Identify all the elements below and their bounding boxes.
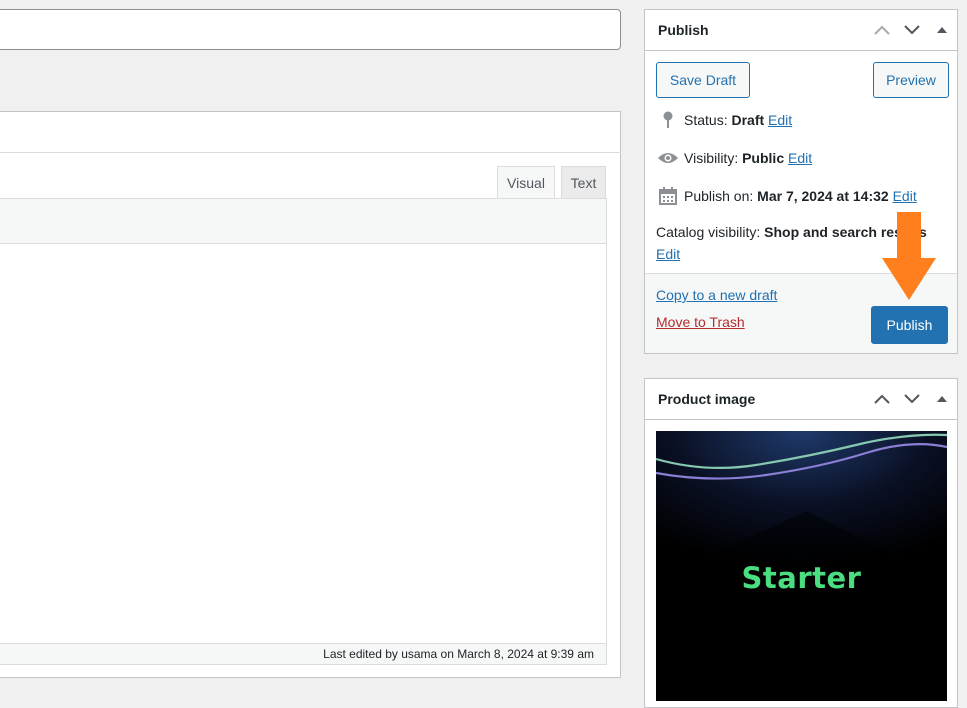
publish-on-value: Mar 7, 2024 at 14:32 xyxy=(757,188,889,204)
chevron-down-icon[interactable] xyxy=(897,384,927,414)
divider xyxy=(0,152,621,153)
product-title-input[interactable] xyxy=(0,9,621,50)
product-image-text: Starter xyxy=(741,561,862,595)
publish-date-row: Publish on: Mar 7, 2024 at 14:32 Edit xyxy=(656,186,917,206)
status-row: Status: Draft Edit xyxy=(656,110,792,130)
visibility-row: Visibility: Public Edit xyxy=(656,148,812,168)
tab-visual[interactable]: Visual xyxy=(497,166,555,198)
arrow-down-icon xyxy=(880,212,938,302)
visibility-value: Public xyxy=(742,150,785,166)
edit-catalog-visibility-link[interactable]: Edit xyxy=(656,246,680,262)
calendar-icon xyxy=(656,186,680,206)
publish-button[interactable]: Publish xyxy=(871,306,948,344)
catalog-edit-row: Edit xyxy=(656,246,680,262)
publish-box-header: Publish xyxy=(645,10,957,51)
last-edited-text: Last edited by usama on March 8, 2024 at… xyxy=(323,647,594,661)
chevron-up-icon[interactable] xyxy=(867,15,897,45)
chevron-down-icon[interactable] xyxy=(897,15,927,45)
status-label: Status: xyxy=(684,112,728,128)
status-value: Draft xyxy=(731,112,765,128)
editor-content-area[interactable] xyxy=(0,244,607,643)
trash-row: Move to Trash xyxy=(656,314,745,330)
pin-icon xyxy=(656,110,680,130)
publish-box: Publish Save Draft Preview Status: Draft… xyxy=(644,9,958,354)
edit-publish-date-link[interactable]: Edit xyxy=(893,188,917,204)
product-image[interactable]: Starter xyxy=(656,431,947,701)
chevron-up-icon[interactable] xyxy=(867,384,897,414)
triangle-up-icon[interactable] xyxy=(927,384,957,414)
copy-draft-row: Copy to a new draft xyxy=(656,287,777,303)
publish-on-label: Publish on: xyxy=(684,188,754,204)
tab-text[interactable]: Text xyxy=(561,166,606,198)
product-image-title: Product image xyxy=(658,391,756,407)
edit-status-link[interactable]: Edit xyxy=(768,112,792,128)
editor-toolbar xyxy=(0,198,607,244)
triangle-up-icon[interactable] xyxy=(927,15,957,45)
copy-to-new-draft-link[interactable]: Copy to a new draft xyxy=(656,287,777,303)
publish-box-title: Publish xyxy=(658,22,709,38)
product-image-header: Product image xyxy=(645,379,957,420)
editor-status-bar: Last edited by usama on March 8, 2024 at… xyxy=(0,643,607,665)
move-to-trash-link[interactable]: Move to Trash xyxy=(656,314,745,330)
eye-icon xyxy=(656,148,680,168)
visibility-label: Visibility: xyxy=(684,150,739,166)
catalog-visibility-label: Catalog visibility: xyxy=(656,224,761,240)
preview-button[interactable]: Preview xyxy=(873,62,949,98)
save-draft-button[interactable]: Save Draft xyxy=(656,62,750,98)
edit-visibility-link[interactable]: Edit xyxy=(788,150,812,166)
